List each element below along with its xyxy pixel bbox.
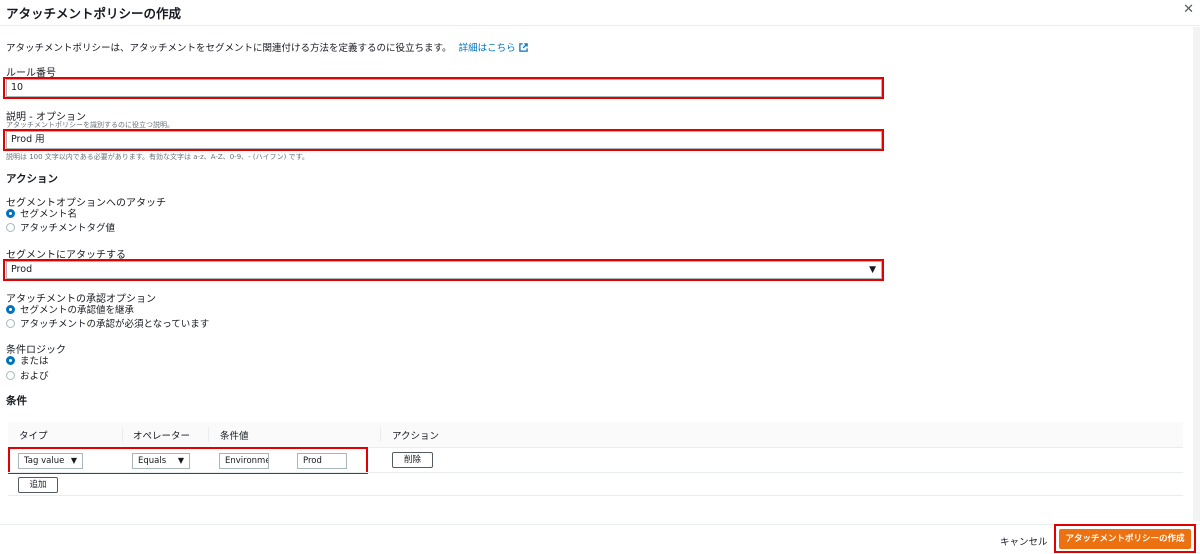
approval-option-label: アタッチメントの承認オプション bbox=[6, 294, 156, 305]
highlight-submit bbox=[1054, 524, 1196, 553]
col-separator bbox=[122, 427, 123, 442]
radio-require-approval[interactable]: アタッチメントの承認が必須となっています bbox=[6, 319, 209, 331]
close-icon[interactable]: ✕ bbox=[1183, 2, 1194, 17]
col-condition-value: 条件値 bbox=[220, 431, 249, 442]
radio-logic-or[interactable]: または bbox=[6, 356, 49, 368]
delete-button[interactable]: 削除 bbox=[392, 452, 433, 468]
highlight-rule-number bbox=[3, 77, 884, 99]
description-constraint: 説明は 100 文字以内である必要があります。有効な文字は a-z、A-Z、0-… bbox=[6, 153, 309, 161]
radio-segment-name[interactable]: セグメント名 bbox=[6, 209, 77, 221]
col-separator bbox=[208, 427, 209, 442]
attach-option-label: セグメントオプションへのアタッチ bbox=[6, 198, 166, 209]
condition-logic-label: 条件ロジック bbox=[6, 345, 66, 356]
col-type: タイプ bbox=[19, 431, 48, 442]
add-button[interactable]: 追加 bbox=[18, 477, 58, 493]
radio-logic-and[interactable]: および bbox=[6, 371, 49, 383]
col-operator: オペレーター bbox=[133, 431, 191, 442]
radio-selected-icon bbox=[6, 356, 15, 365]
col-separator bbox=[380, 427, 381, 442]
learn-more-link[interactable]: 詳細はこちら bbox=[459, 43, 528, 54]
policy-description: アタッチメントポリシーは、アタッチメントをセグメントに関連付ける方法を定義するの… bbox=[6, 40, 528, 55]
description-text: アタッチメントポリシーは、アタッチメントをセグメントに関連付ける方法を定義するの… bbox=[6, 43, 452, 54]
modal-header: アタッチメントポリシーの作成 ✕ bbox=[0, 0, 1200, 26]
cancel-button[interactable]: キャンセル bbox=[1000, 534, 1048, 548]
col-action: アクション bbox=[392, 431, 440, 442]
scrollbar[interactable] bbox=[1193, 27, 1200, 521]
row-divider bbox=[8, 472, 1183, 473]
modal-title: アタッチメントポリシーの作成 bbox=[6, 6, 182, 21]
radio-unselected-icon bbox=[6, 319, 15, 328]
actions-heading: アクション bbox=[6, 173, 58, 185]
conditions-heading: 条件 bbox=[6, 395, 27, 407]
highlight-description bbox=[3, 129, 884, 151]
radio-selected-icon bbox=[6, 305, 15, 314]
radio-unselected-icon bbox=[6, 371, 15, 380]
radio-inherit-approval[interactable]: セグメントの承認値を継承 bbox=[6, 305, 134, 317]
highlight-condition-row bbox=[8, 447, 368, 474]
radio-attachment-tag[interactable]: アタッチメントタグ値 bbox=[6, 223, 115, 235]
row-divider bbox=[8, 495, 1183, 496]
footer-divider bbox=[0, 524, 1200, 525]
highlight-segment bbox=[3, 259, 884, 281]
radio-unselected-icon bbox=[6, 223, 15, 232]
external-link-icon bbox=[518, 43, 528, 55]
radio-selected-icon bbox=[6, 209, 15, 218]
